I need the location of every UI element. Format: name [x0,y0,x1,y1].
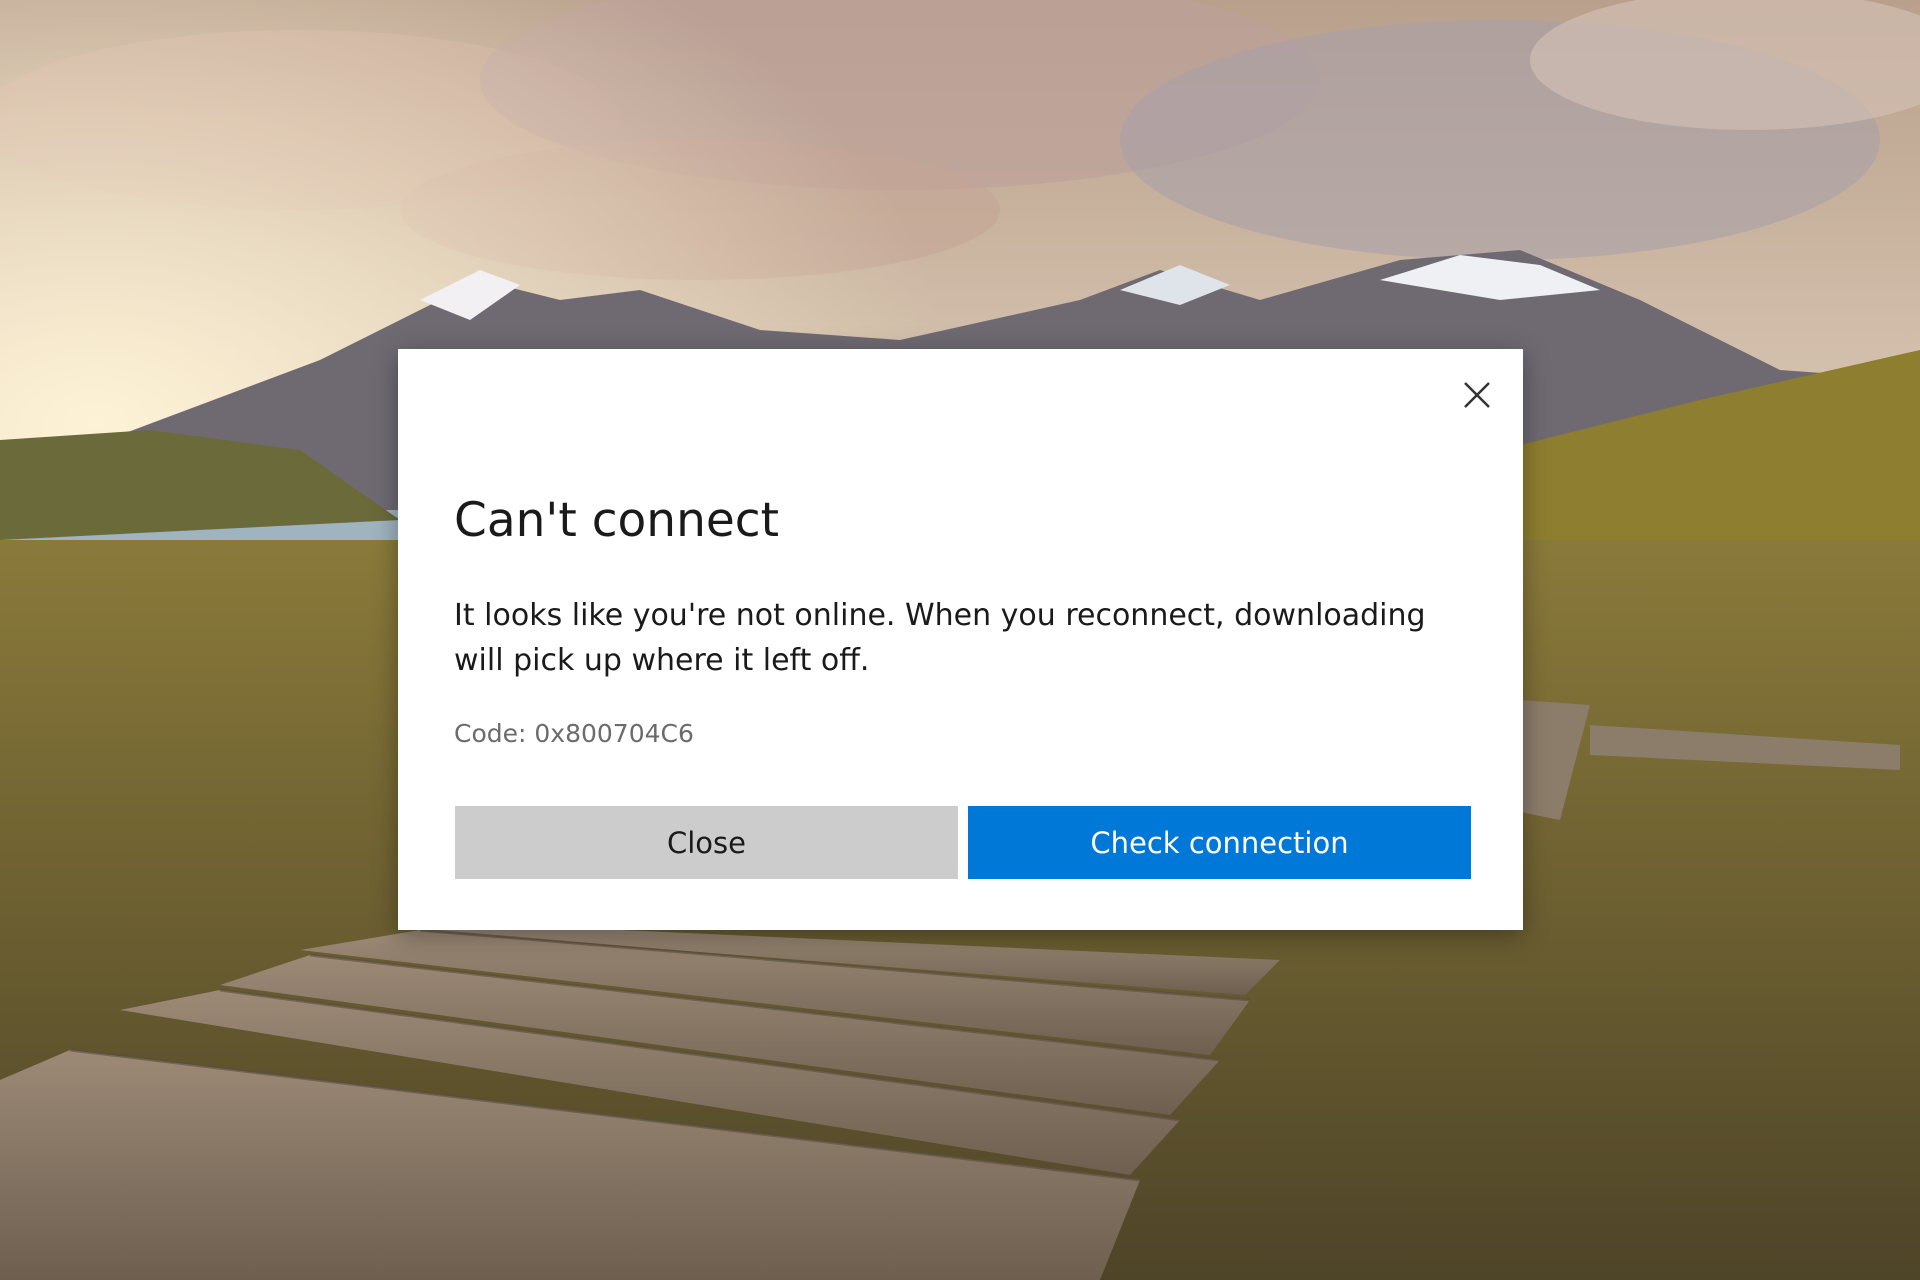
close-button[interactable]: Close [455,806,958,879]
dialog-title: Can't connect [454,493,780,548]
close-icon [1464,382,1490,408]
check-connection-button[interactable]: Check connection [968,806,1471,879]
dialog-message: It looks like you're not online. When yo… [454,598,1426,678]
desktop-background: Can't connect It looks like you're not o… [0,0,1920,1280]
error-code: Code: 0x800704C6 [454,719,694,748]
error-dialog: Can't connect It looks like you're not o… [398,349,1523,930]
dialog-close-button[interactable] [1449,367,1505,423]
